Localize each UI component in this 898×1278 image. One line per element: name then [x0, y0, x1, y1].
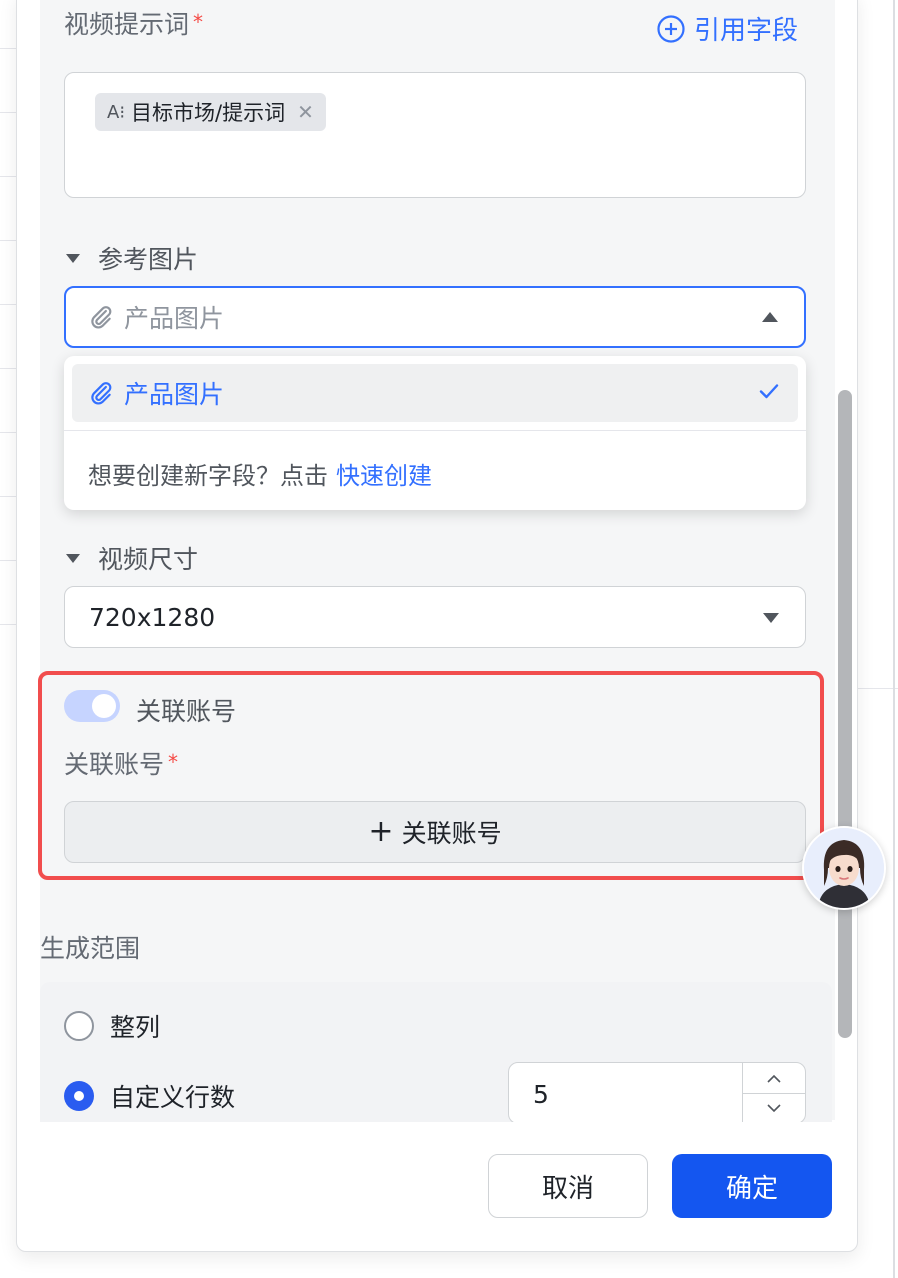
video-size-select[interactable]: 720x1280 — [64, 586, 806, 648]
stepper-up-button[interactable] — [743, 1063, 805, 1094]
dropdown-hint-text: 想要创建新字段？点击 — [88, 462, 328, 490]
radio-label: 自定义行数 — [110, 1083, 236, 1112]
row-count-stepper[interactable]: 5 — [508, 1062, 806, 1124]
video-size-label: 视频尺寸 — [98, 545, 199, 574]
chip-remove-icon[interactable]: ✕ — [297, 100, 314, 124]
chevron-down-icon — [767, 1103, 781, 1112]
video-size-section-toggle[interactable]: 视频尺寸 — [66, 540, 198, 576]
reference-image-label: 参考图片 — [98, 245, 199, 274]
collapse-triangle-icon — [66, 553, 80, 563]
table-row-divider — [0, 560, 16, 561]
stepper-down-button[interactable] — [743, 1093, 805, 1123]
table-row-divider — [0, 176, 16, 177]
plus-circle-icon — [657, 14, 685, 43]
table-row-divider — [0, 368, 16, 369]
chip-label: 目标市场/提示词 — [131, 101, 286, 125]
required-mark: * — [193, 10, 204, 34]
avatar-icon — [804, 828, 884, 908]
quick-create-link[interactable]: 快速创建 — [336, 462, 432, 490]
reference-image-section-toggle[interactable]: 参考图片 — [66, 240, 198, 276]
dropdown-option-product-image[interactable]: 产品图片 — [72, 364, 798, 422]
field-reference-chip[interactable]: A⁝ 目标市场/提示词 ✕ — [95, 93, 326, 131]
radio-custom-rows[interactable]: 自定义行数 — [64, 1078, 235, 1114]
video-prompt-input[interactable]: A⁝ 目标市场/提示词 ✕ — [64, 72, 806, 198]
cite-field-label: 引用字段 — [694, 16, 799, 46]
table-row-divider — [0, 432, 16, 433]
footer-divider — [40, 1122, 840, 1142]
table-row-divider — [0, 304, 16, 305]
generation-range-label: 生成范围 — [40, 934, 141, 963]
radio-whole-column[interactable]: 整列 — [64, 1008, 160, 1044]
radio-selected-icon — [64, 1081, 94, 1111]
check-icon — [759, 384, 779, 399]
video-prompt-label-text: 视频提示词 — [64, 10, 190, 39]
caret-down-icon — [763, 613, 779, 623]
dropdown-option-label: 产品图片 — [124, 380, 225, 409]
scrollbar[interactable] — [838, 390, 852, 1038]
table-row-divider — [856, 688, 898, 689]
table-row-divider — [0, 624, 16, 625]
radio-label: 整列 — [110, 1013, 161, 1042]
cite-field-button[interactable]: 引用字段 — [656, 10, 798, 47]
paperclip-icon — [91, 306, 112, 329]
highlight-box — [38, 671, 824, 880]
caret-up-icon — [762, 312, 778, 322]
assistant-avatar[interactable] — [802, 826, 886, 910]
table-column-divider — [893, 0, 895, 1278]
table-row-divider — [0, 496, 16, 497]
text-field-icon: A⁝ — [107, 101, 126, 123]
reference-image-select[interactable]: 产品图片 — [64, 286, 806, 348]
table-row-divider — [0, 240, 16, 241]
video-size-value: 720x1280 — [89, 602, 216, 632]
radio-icon — [64, 1011, 94, 1041]
video-prompt-label: 视频提示词 * — [64, 12, 203, 37]
dropdown-hint: 想要创建新字段？点击 快速创建 — [88, 456, 432, 491]
confirm-button[interactable]: 确定 — [672, 1154, 832, 1218]
table-row-divider — [0, 48, 16, 49]
paperclip-icon — [91, 382, 112, 405]
stepper-arrows — [742, 1063, 805, 1123]
table-row-divider — [0, 112, 16, 113]
row-count-value[interactable]: 5 — [533, 1080, 549, 1109]
reference-image-placeholder: 产品图片 — [124, 304, 225, 333]
cancel-button[interactable]: 取消 — [488, 1154, 648, 1218]
reference-image-dropdown: 产品图片 想要创建新字段？点击 快速创建 — [64, 356, 806, 510]
collapse-triangle-icon — [66, 253, 80, 263]
dropdown-divider — [64, 430, 806, 431]
chevron-up-icon — [767, 1074, 781, 1083]
